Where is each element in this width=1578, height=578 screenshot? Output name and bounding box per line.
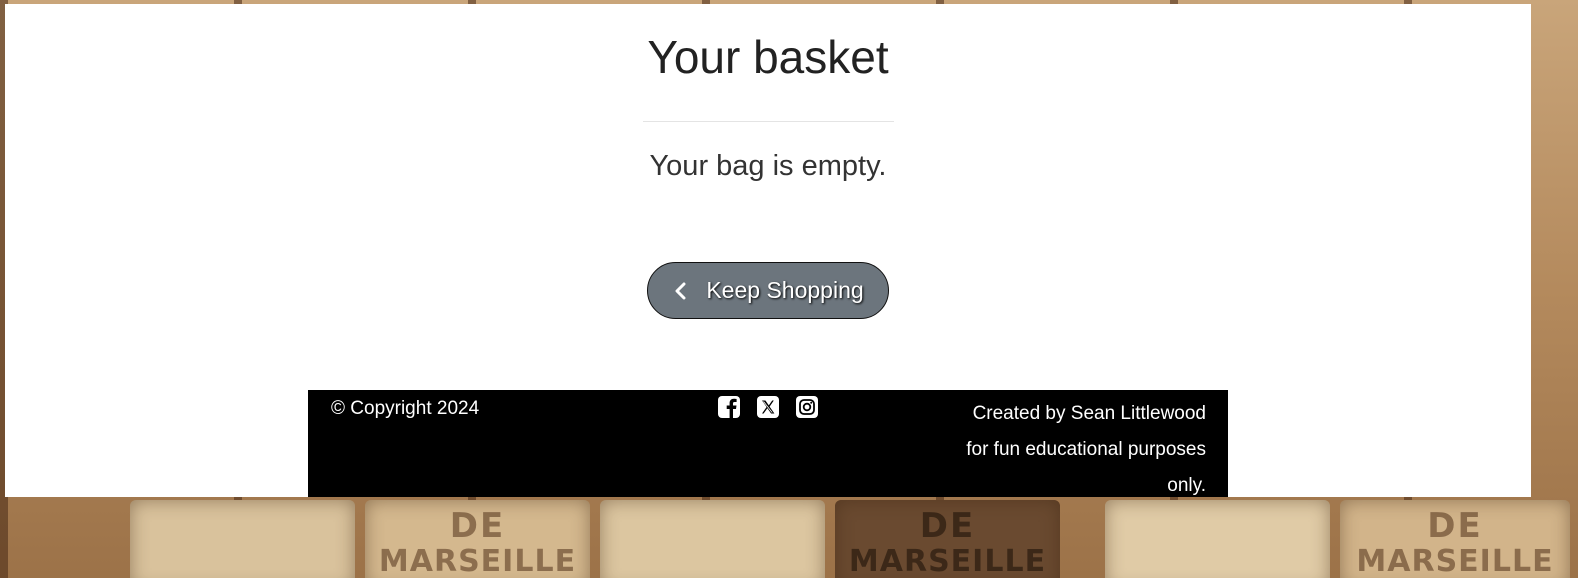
soap-stamp-text: DE bbox=[919, 506, 976, 546]
soap-stamp-text: MARSEILLE bbox=[378, 544, 577, 578]
instagram-icon[interactable] bbox=[796, 396, 818, 418]
credits-line: only. bbox=[1167, 475, 1206, 496]
soap-bar bbox=[600, 500, 825, 578]
soap-bar: DE MARSEILLE bbox=[1340, 500, 1570, 578]
chevron-left-icon bbox=[675, 282, 686, 299]
soap-bar: DE MARSEILLE bbox=[365, 500, 590, 578]
title-divider bbox=[643, 121, 894, 122]
soap-stamp-text: MARSEILLE bbox=[1356, 544, 1554, 578]
soap-bar bbox=[130, 500, 355, 578]
soap-bar: DE MARSEILLE bbox=[835, 500, 1060, 578]
social-links bbox=[718, 396, 818, 418]
credits-line: for fun educational purposes bbox=[966, 439, 1206, 460]
facebook-icon[interactable] bbox=[718, 396, 740, 418]
x-icon[interactable] bbox=[757, 396, 779, 418]
credits-line: Created by Sean Littlewood bbox=[972, 403, 1206, 424]
footer-credits: Created by Sean Littlewood for fun educa… bbox=[916, 396, 1206, 504]
soap-bar bbox=[1105, 500, 1330, 578]
page-title: Your basket bbox=[647, 31, 889, 83]
empty-basket-message: Your bag is empty. bbox=[649, 150, 887, 182]
site-footer: © Copyright 2024 Created by Sean Littlew… bbox=[308, 390, 1228, 497]
basket-panel: Your basket Your bag is empty. Keep Shop… bbox=[5, 4, 1531, 497]
soap-stamp-text: DE bbox=[1427, 506, 1483, 546]
soap-stamp-text: DE bbox=[449, 506, 506, 546]
copyright-text: © Copyright 2024 bbox=[331, 398, 480, 419]
keep-shopping-button[interactable]: Keep Shopping bbox=[647, 262, 889, 319]
keep-shopping-label: Keep Shopping bbox=[706, 277, 864, 303]
soap-stamp-text: MARSEILLE bbox=[848, 544, 1047, 578]
